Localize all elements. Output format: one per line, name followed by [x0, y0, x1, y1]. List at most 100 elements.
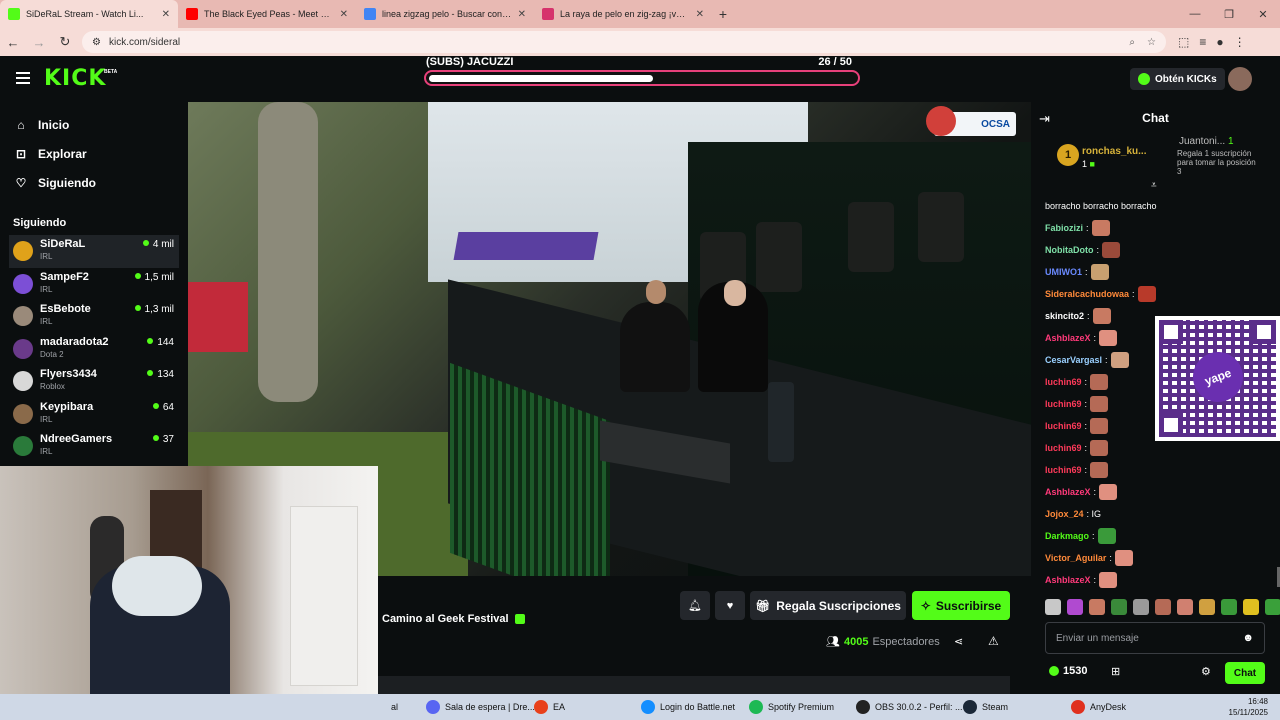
browser-tab[interactable]: The Black Eyed Peas - Meet Me... ✕: [178, 0, 356, 28]
taskbar-app[interactable]: Sala de espera | Dre...: [426, 698, 535, 716]
notification-bell-button[interactable]: 🔔︎: [680, 591, 710, 620]
quick-emote-icon[interactable]: [1243, 599, 1259, 615]
sidebar-item-inicio[interactable]: ⌂ Inicio: [0, 110, 188, 139]
quick-emote-icon[interactable]: [1045, 599, 1061, 615]
chat-settings-icon[interactable]: ⚙: [1201, 665, 1211, 678]
followed-channel[interactable]: Flyers3434 Roblox 134: [0, 365, 188, 398]
chat-username[interactable]: Jojox_24: [1045, 509, 1084, 519]
followed-channel[interactable]: EsBebote IRL 1,3 mil: [0, 300, 188, 333]
webcam-overlay: [0, 466, 378, 720]
chat-username[interactable]: luchin69: [1045, 465, 1082, 475]
report-warning-icon[interactable]: ⚠: [988, 634, 999, 648]
chat-message: luchin69:: [1045, 437, 1159, 459]
close-window-icon[interactable]: ✕: [1246, 0, 1280, 28]
quick-emote-icon[interactable]: [1111, 599, 1127, 615]
leader-username[interactable]: ronchas_ku...: [1082, 146, 1146, 157]
restore-icon[interactable]: ❐: [1212, 0, 1246, 28]
close-tab-icon[interactable]: ✕: [518, 9, 526, 20]
close-tab-icon[interactable]: ✕: [696, 9, 704, 20]
chat-username[interactable]: AshblazeX: [1045, 333, 1091, 343]
chat-username[interactable]: Victor_Aguilar: [1045, 553, 1106, 563]
reload-icon[interactable]: ↻: [52, 34, 78, 50]
share-icon[interactable]: ⋖: [954, 635, 963, 648]
quick-emote-icon[interactable]: [1265, 599, 1280, 615]
chat-username[interactable]: skincito2: [1045, 311, 1084, 321]
chat-emote-icon: [1090, 418, 1109, 434]
minimize-icon[interactable]: —: [1178, 0, 1212, 28]
chat-username[interactable]: luchin69: [1045, 421, 1082, 431]
extensions-icon[interactable]: ⬚: [1178, 35, 1189, 49]
zoom-icon[interactable]: ⌕: [1129, 37, 1135, 48]
expand-leaderboard-icon[interactable]: ⩡: [1151, 180, 1157, 191]
sidebar-item-siguiendo[interactable]: ♡ Siguiendo: [0, 168, 188, 197]
chat-message-input[interactable]: Enviar un mensaje ☻: [1045, 622, 1265, 654]
chat-emote-icon: [1099, 330, 1118, 346]
send-chat-button[interactable]: Chat: [1225, 662, 1265, 684]
store-icon[interactable]: ⊞: [1111, 665, 1120, 678]
quick-emote-icon[interactable]: [1089, 599, 1105, 615]
chat-username[interactable]: Fabiozizi: [1045, 223, 1083, 233]
chat-username[interactable]: luchin69: [1045, 377, 1082, 387]
subscribe-button[interactable]: ✧ Suscribirse: [912, 591, 1010, 620]
chat-username[interactable]: Sideralcachudowaa: [1045, 289, 1129, 299]
media-control-icon[interactable]: ≡: [1199, 35, 1206, 49]
chat-username[interactable]: AshblazeX: [1045, 575, 1091, 585]
bookmark-star-icon[interactable]: ☆: [1147, 37, 1156, 48]
new-tab-button[interactable]: +: [712, 6, 734, 22]
close-tab-icon[interactable]: ✕: [340, 9, 348, 20]
second-username[interactable]: Juantoni... 1: [1179, 136, 1234, 147]
hamburger-menu-icon[interactable]: [16, 72, 30, 84]
quick-emote-icon[interactable]: [1199, 599, 1215, 615]
browser-tab[interactable]: linea zigzag pelo - Buscar con G... ✕: [356, 0, 534, 28]
follow-heart-button[interactable]: ♥: [715, 591, 745, 620]
quick-emote-icon[interactable]: [1177, 599, 1193, 615]
taskbar-app[interactable]: Spotify Premium: [749, 698, 834, 716]
url-field[interactable]: ⚙ kick.com/sideral ⌕ ☆: [82, 31, 1166, 53]
taskbar-app[interactable]: Steam: [963, 698, 1008, 716]
taskbar-app[interactable]: al: [372, 698, 398, 716]
forward-icon[interactable]: →: [26, 35, 52, 50]
get-kicks-button[interactable]: Obtén KICKs: [1130, 68, 1225, 90]
quick-emote-icon[interactable]: [1155, 599, 1171, 615]
quick-emote-icon[interactable]: [1067, 599, 1083, 615]
channel-avatar: [13, 241, 33, 261]
browser-tab[interactable]: La raya de pelo en zig-zag ¡vue... ✕: [534, 0, 712, 28]
taskbar-app[interactable]: OBS 30.0.2 - Perfil: ...: [856, 698, 963, 716]
profile-icon[interactable]: ●: [1216, 35, 1223, 49]
emoji-picker-icon[interactable]: ☻: [1242, 632, 1254, 644]
chat-username[interactable]: Darkmago: [1045, 531, 1089, 541]
chat-text: :: [1093, 333, 1097, 343]
taskbar-app[interactable]: EA: [534, 698, 565, 716]
user-avatar[interactable]: [1228, 67, 1252, 91]
quick-emote-icon[interactable]: [1133, 599, 1149, 615]
taskbar-app[interactable]: AnyDesk: [1071, 698, 1126, 716]
following-section-title: Siguiendo: [13, 217, 67, 229]
followed-channel[interactable]: SiDeRaL IRL 4 mil: [9, 235, 179, 268]
chat-emote-icon: [1114, 550, 1133, 566]
site-info-icon[interactable]: ⚙: [92, 37, 101, 48]
sidebar-item-explorar[interactable]: ⊡ Explorar: [0, 139, 188, 168]
gift-subs-button[interactable]: 🎁︎ Regala Suscripciones: [750, 591, 906, 620]
chat-username[interactable]: luchin69: [1045, 443, 1082, 453]
taskbar-app[interactable]: Login do Battle.net: [641, 698, 735, 716]
channel-avatar: [13, 371, 33, 391]
followed-channel[interactable]: Keypibara IRL 64: [0, 398, 188, 431]
followed-channel[interactable]: NdreeGamers IRL 37: [0, 430, 188, 463]
channel-viewers: 4 mil: [143, 239, 174, 250]
menu-icon[interactable]: ⋮: [1234, 35, 1246, 49]
chat-username[interactable]: luchin69: [1045, 399, 1082, 409]
close-tab-icon[interactable]: ✕: [162, 9, 170, 20]
quick-emote-icon[interactable]: [1221, 599, 1237, 615]
tab-title: SiDeRaL Stream - Watch Li...: [26, 9, 144, 19]
followed-channel[interactable]: SampeF2 IRL 1,5 mil: [0, 268, 188, 301]
back-icon[interactable]: ←: [0, 35, 26, 50]
chat-username[interactable]: AshblazeX: [1045, 487, 1091, 497]
kick-logo[interactable]: KICK: [44, 66, 106, 91]
browser-tab[interactable]: SiDeRaL Stream - Watch Li... ✕: [0, 0, 178, 28]
chat-username[interactable]: UMIWO1: [1045, 267, 1082, 277]
chat-username[interactable]: NobitaDoto: [1045, 245, 1094, 255]
chat-username[interactable]: CesarVargasl: [1045, 355, 1102, 365]
kicks-balance[interactable]: 1530: [1049, 665, 1087, 677]
followed-channel[interactable]: madaradota2 Dota 2 144: [0, 333, 188, 366]
system-clock[interactable]: 16:48 15/11/2025: [1229, 696, 1268, 718]
